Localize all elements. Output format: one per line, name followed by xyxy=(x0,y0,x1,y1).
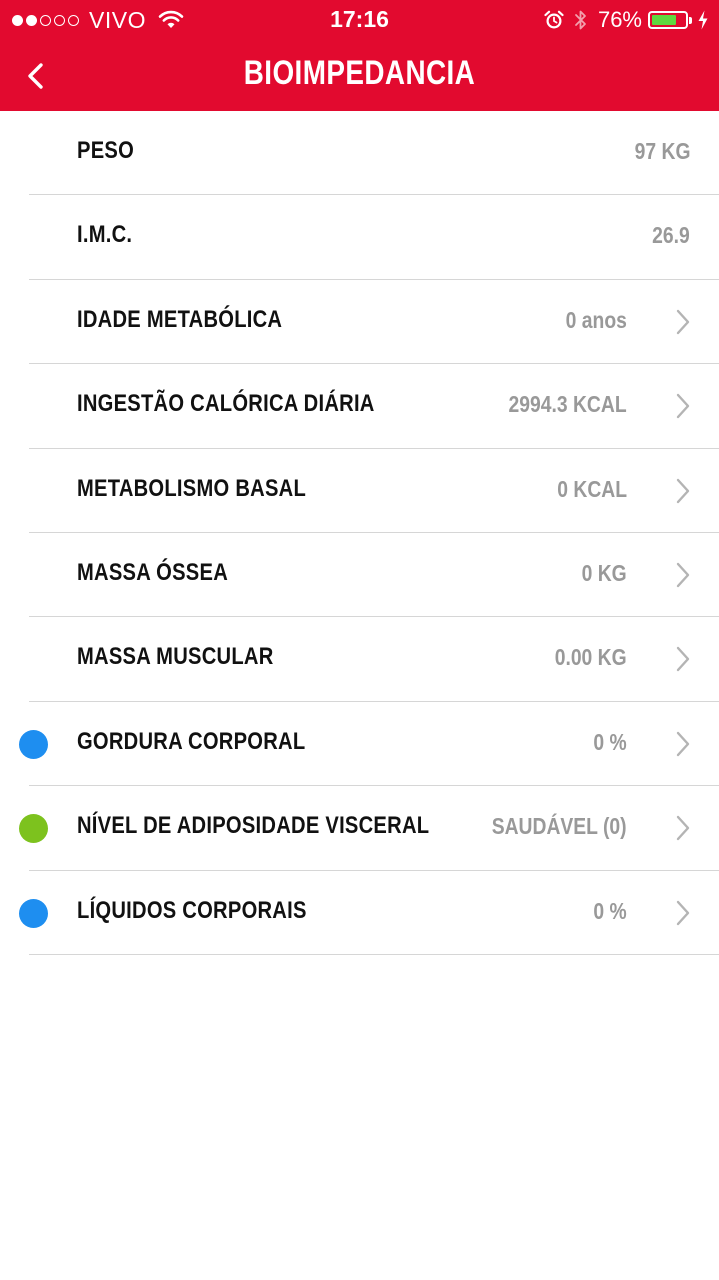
chevron-right-icon xyxy=(676,478,690,503)
row-value: 0.00 KG xyxy=(555,644,627,671)
row-label: LÍQUIDOS CORPORAIS xyxy=(77,896,307,924)
list-item-nivel-de-adiposidade-visceral[interactable]: NÍVEL DE ADIPOSIDADE VISCERAL SAUDÁVEL (0… xyxy=(0,786,719,871)
list-item-massa-ossea[interactable]: MASSA ÓSSEA 0 KG xyxy=(0,533,719,618)
row-value: 26.9 xyxy=(652,222,690,249)
navigation-bar: BIOIMPEDANCIA xyxy=(0,40,719,111)
status-indicator-dot xyxy=(19,814,48,844)
status-indicator-dot xyxy=(19,729,48,759)
row-value: 0 KG xyxy=(581,559,627,586)
row-value: 0 % xyxy=(593,728,627,755)
row-value: 0 anos xyxy=(565,306,627,333)
page-title: BIOIMPEDANCIA xyxy=(243,54,476,92)
chevron-right-icon xyxy=(676,393,690,419)
row-value: 0 KCAL xyxy=(557,475,627,502)
charging-bolt-icon xyxy=(698,10,708,30)
alarm-clock-icon xyxy=(544,10,564,29)
list-item-peso: PESO 97 KG xyxy=(0,111,719,196)
row-label: NÍVEL DE ADIPOSIDADE VISCERAL xyxy=(77,812,430,840)
metrics-list: PESO 97 KG I.M.C. 26.9 IDADE METABÓLICA 0 ano… xyxy=(0,111,719,956)
header: VIVO 17:16 76% BIOIMPEDANCIA xyxy=(0,0,719,111)
bluetooth-icon xyxy=(575,10,586,30)
chevron-right-icon xyxy=(676,815,690,841)
row-value: SAUDÁVEL (0) xyxy=(492,813,627,840)
row-value: 97 KG xyxy=(634,138,690,164)
row-value: 2994.3 KCAL xyxy=(508,391,627,418)
battery-percentage: 76% xyxy=(597,7,642,32)
list-item-gordura-corporal[interactable]: GORDURA CORPORAL 0 % xyxy=(0,702,719,787)
row-label: I.M.C. xyxy=(77,221,133,249)
row-value: 0 % xyxy=(593,897,627,924)
list-item-ingestao-calorica-diaria[interactable]: INGESTÃO CALÓRICA DIÁRIA 2994.3 KCAL xyxy=(0,364,719,449)
list-item-liquidos-corporais[interactable]: LÍQUIDOS CORPORAIS 0 % xyxy=(0,871,719,956)
list-item-idade-metabolica[interactable]: IDADE METABÓLICA 0 anos xyxy=(0,280,719,365)
list-item-metabolismo-basal[interactable]: METABOLISMO BASAL 0 KCAL xyxy=(0,449,719,534)
row-label: IDADE METABÓLICA xyxy=(77,305,283,333)
row-label: INGESTÃO CALÓRICA DIÁRIA xyxy=(77,390,375,418)
chevron-right-icon xyxy=(676,562,690,588)
status-right: 76% xyxy=(544,6,709,34)
row-label: PESO xyxy=(77,137,135,164)
chevron-right-icon xyxy=(676,309,690,334)
row-label: GORDURA CORPORAL xyxy=(77,727,306,755)
status-bar: VIVO 17:16 76% xyxy=(0,0,719,40)
list-item-massa-muscular[interactable]: MASSA MUSCULAR 0.00 KG xyxy=(0,617,719,703)
chevron-left-icon xyxy=(28,63,43,89)
back-button[interactable] xyxy=(16,56,56,96)
battery-icon xyxy=(648,11,688,29)
battery-cap xyxy=(689,16,692,24)
battery-level-fill xyxy=(652,15,677,25)
status-indicator-dot xyxy=(19,898,48,928)
row-label: MASSA ÓSSEA xyxy=(77,558,229,586)
screen: VIVO 17:16 76% BIOIMPEDANCIA PESO 97 KG … xyxy=(0,0,719,1280)
chevron-right-icon xyxy=(676,731,690,756)
row-label: MASSA MUSCULAR xyxy=(77,643,274,671)
chevron-right-icon xyxy=(676,647,690,672)
list-item-i-m-c: I.M.C. 26.9 xyxy=(0,195,719,281)
chevron-right-icon xyxy=(676,900,690,925)
row-label: METABOLISMO BASAL xyxy=(77,474,307,502)
